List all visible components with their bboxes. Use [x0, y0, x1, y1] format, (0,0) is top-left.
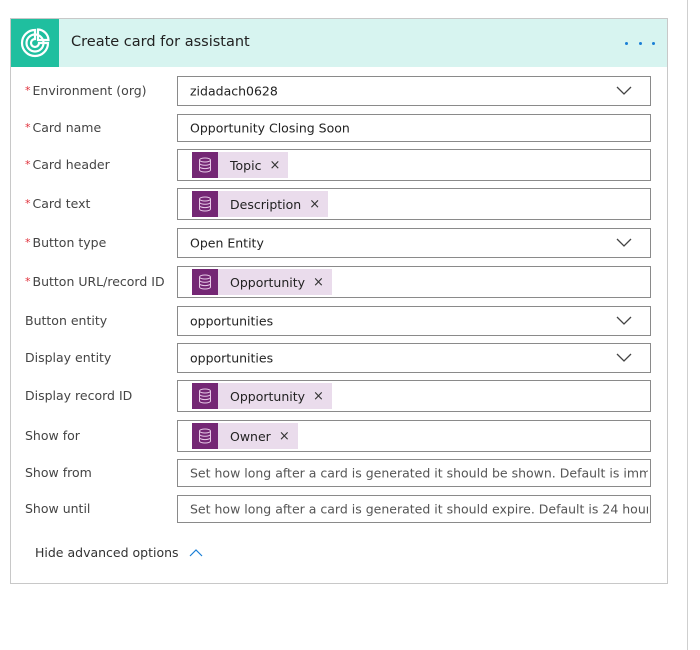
remove-token-icon[interactable]: × [305, 389, 332, 404]
advanced-toggle-label: Hide advanced options [35, 545, 179, 560]
form-row-show-until: Show until Set how long after a card is g… [11, 495, 667, 523]
database-icon [192, 191, 218, 217]
dynamic-content-token[interactable]: Owner × [192, 423, 298, 449]
button-url-record-id-input[interactable]: Opportunity × [177, 266, 651, 298]
token-label: Topic [230, 157, 262, 173]
field-value: Open Entity [190, 235, 264, 251]
dot-icon [625, 41, 628, 45]
button-type-dropdown[interactable]: Open Entity [177, 228, 651, 258]
display-record-id-input[interactable]: Opportunity × [177, 380, 651, 412]
database-icon [192, 383, 218, 409]
database-icon [192, 152, 218, 178]
field-label-text: Button type [32, 235, 107, 250]
form-row-card-header: * Card header Topic × [11, 149, 667, 181]
required-marker: * [25, 236, 31, 249]
card-header[interactable]: Create card for assistant [11, 19, 667, 67]
input-placeholder: Set how long after a card is generated i… [190, 501, 648, 517]
required-marker: * [25, 197, 31, 210]
field-value: opportunities [190, 313, 274, 329]
form-row-environment-org: * Environment (org) zidadach0628 [11, 76, 667, 106]
remove-token-icon[interactable]: × [301, 197, 328, 212]
dynamic-content-token[interactable]: Opportunity × [192, 383, 332, 409]
field-label: Button entity [25, 313, 107, 328]
input-placeholder: Set how long after a card is generated i… [190, 465, 648, 481]
more-options-button[interactable] [625, 31, 655, 55]
field-label-text: Show for [25, 428, 80, 443]
display-entity-dropdown[interactable]: opportunities [177, 343, 651, 373]
remove-token-icon[interactable]: × [305, 275, 332, 290]
form-row-card-name: * Card name Opportunity Closing Soon [11, 114, 667, 142]
chevron-down-icon[interactable] [616, 238, 632, 248]
panel-divider [687, 0, 688, 650]
dynamics-logo-icon [11, 19, 59, 67]
field-label-text: Show from [25, 465, 92, 480]
form-row-button-type: * Button type Open Entity [11, 228, 667, 258]
field-label-text: Display record ID [25, 388, 133, 403]
dynamic-content-token[interactable]: Opportunity × [192, 269, 332, 295]
field-label-text: Card name [32, 120, 102, 135]
dynamic-content-token[interactable]: Topic × [192, 152, 289, 178]
database-icon [192, 423, 218, 449]
field-label-text: Card text [32, 196, 91, 211]
field-label-text: Card header [32, 157, 110, 172]
card-header-input[interactable]: Topic × [177, 149, 651, 181]
remove-token-icon[interactable]: × [261, 158, 288, 173]
form-row-button-entity: Button entity opportunities [11, 306, 667, 336]
field-value: Opportunity Closing Soon [190, 120, 350, 136]
field-label: * Button URL/record ID [25, 274, 165, 289]
hide-advanced-options-toggle[interactable]: Hide advanced options [35, 545, 203, 560]
field-value: opportunities [190, 350, 274, 366]
field-label: Show from [25, 465, 92, 480]
card-title: Create card for assistant [71, 34, 250, 50]
show-from-input[interactable]: Set how long after a card is generated i… [177, 459, 651, 487]
field-label: * Card header [25, 157, 110, 172]
field-label-text: Environment (org) [32, 83, 147, 98]
field-value: zidadach0628 [190, 83, 278, 99]
form-row-show-for: Show for Owner × [11, 420, 667, 452]
required-marker: * [25, 121, 31, 134]
field-label: * Environment (org) [25, 83, 147, 98]
chevron-down-icon[interactable] [616, 316, 632, 326]
dot-icon [638, 41, 642, 45]
dynamic-content-token[interactable]: Description × [192, 191, 329, 217]
field-label: Display entity [25, 350, 111, 365]
field-label: * Button type [25, 235, 106, 250]
chevron-down-icon[interactable] [616, 86, 632, 96]
card-text-input[interactable]: Description × [177, 188, 651, 220]
show-for-input[interactable]: Owner × [177, 420, 651, 452]
field-label: Show until [25, 501, 90, 516]
form-row-display-entity: Display entity opportunities [11, 343, 667, 373]
dot-icon [652, 41, 655, 45]
field-label-text: Display entity [25, 350, 112, 365]
token-label: Opportunity [230, 388, 306, 404]
field-label-text: Show until [25, 501, 91, 516]
required-marker: * [25, 84, 31, 97]
field-label-text: Button URL/record ID [32, 274, 165, 289]
field-label: Show for [25, 428, 80, 443]
remove-token-icon[interactable]: × [271, 429, 298, 444]
required-marker: * [25, 158, 31, 171]
token-label: Opportunity [230, 274, 306, 290]
token-label: Owner [230, 428, 271, 444]
show-until-input[interactable]: Set how long after a card is generated i… [177, 495, 651, 523]
required-marker: * [25, 275, 31, 288]
environment-org-dropdown[interactable]: zidadach0628 [177, 76, 651, 106]
form-row-show-from: Show from Set how long after a card is ge… [11, 459, 667, 487]
button-entity-dropdown[interactable]: opportunities [177, 306, 651, 336]
database-icon [192, 269, 218, 295]
form-row-button-url-record-id: * Button URL/record ID Opportunity × [11, 266, 667, 298]
field-label-text: Button entity [25, 313, 108, 328]
action-card: Create card for assistant * Environment (… [10, 18, 668, 584]
token-label: Description [230, 196, 302, 212]
chevron-down-icon[interactable] [616, 353, 632, 363]
form-row-display-record-id: Display record ID Opportunity × [11, 380, 667, 412]
field-label: Display record ID [25, 388, 132, 403]
chevron-up-icon [189, 548, 202, 556]
card-name-input[interactable]: Opportunity Closing Soon [177, 114, 651, 142]
field-label: * Card text [25, 196, 90, 211]
field-label: * Card name [25, 120, 101, 135]
form-row-card-text: * Card text Description × [11, 188, 667, 220]
